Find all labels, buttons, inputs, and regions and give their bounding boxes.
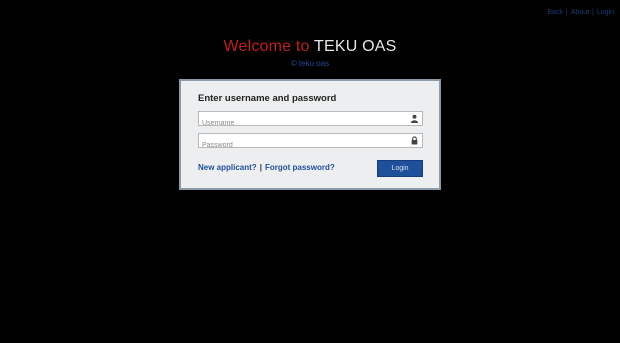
- top-link-back[interactable]: Back: [547, 9, 563, 16]
- link-separator: |: [259, 163, 262, 172]
- login-heading: Enter username and password: [198, 93, 337, 104]
- app-name: TEKU OAS: [314, 38, 397, 55]
- username-input[interactable]: [199, 117, 402, 130]
- top-nav: Back | About | Login: [547, 9, 614, 16]
- login-page: Back | About | Login Welcome to TEKU OAS © t…: [0, 0, 620, 343]
- new-applicant-link[interactable]: New applicant?: [198, 163, 257, 172]
- top-link-about[interactable]: About: [571, 9, 589, 16]
- user-icon: [410, 114, 419, 123]
- password-input[interactable]: [199, 139, 402, 152]
- page-header: Welcome to TEKU OAS © teku oas: [0, 37, 620, 68]
- login-button[interactable]: Login: [377, 160, 423, 177]
- top-link-separator: |: [592, 9, 594, 16]
- top-link-separator: |: [565, 9, 568, 16]
- username-field: [198, 111, 423, 130]
- form-links: New applicant? | Forgot password?: [198, 163, 335, 172]
- copyright-text: © teku oas: [290, 59, 330, 68]
- lock-icon: [411, 136, 418, 145]
- password-field: [198, 133, 423, 152]
- top-link-login[interactable]: Login: [597, 9, 614, 16]
- welcome-text: Welcome to: [223, 38, 310, 55]
- page-title: Welcome to TEKU OAS: [0, 37, 620, 57]
- forgot-password-link[interactable]: Forgot password?: [265, 163, 335, 172]
- login-panel: Enter username and password New applican…: [179, 79, 441, 190]
